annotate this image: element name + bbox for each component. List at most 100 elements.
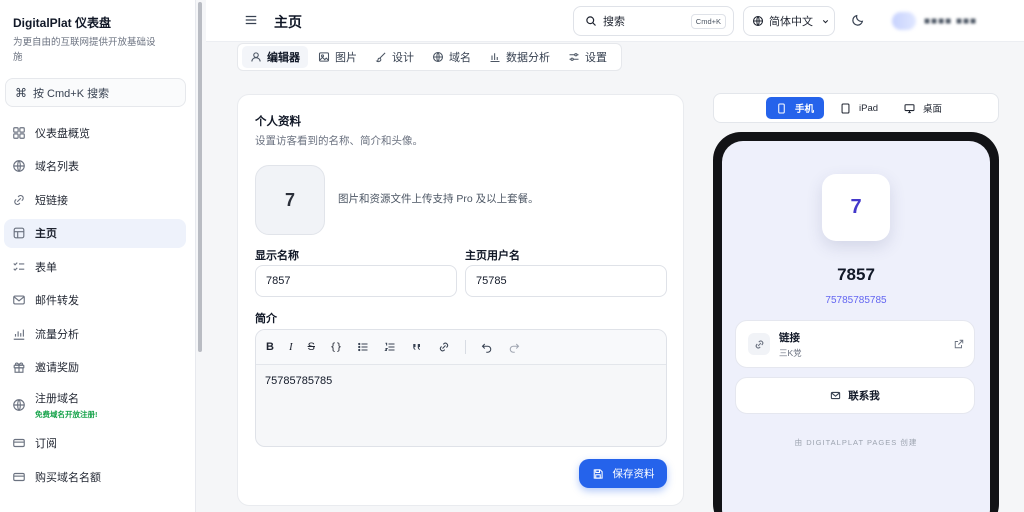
profile-subtitle: 设置访客看到的名称、简介和头像。 bbox=[255, 135, 423, 147]
sidebar-item-email-forwarding[interactable]: 邮件转发 bbox=[4, 286, 186, 315]
sliders-icon bbox=[569, 53, 579, 61]
globe-icon bbox=[752, 15, 764, 27]
mail-icon bbox=[13, 295, 25, 305]
save-profile-button[interactable]: 保存资料 bbox=[579, 459, 667, 488]
sidebar-item-register-domain[interactable]: 注册域名 免费域名开放注册! bbox=[4, 386, 186, 424]
italic-icon[interactable]: I bbox=[289, 341, 293, 353]
sidebar-nav: 仪表盘概览 域名列表 短链接 主页 表单 邮件转发 流量分析 邀请奖励 注册域名… bbox=[4, 118, 186, 496]
code-icon[interactable]: {} bbox=[330, 342, 342, 353]
bio-label: 简介 bbox=[255, 313, 277, 325]
preview-link-icon-box bbox=[748, 333, 770, 355]
sidebar-item-label: 仪表盘概览 bbox=[35, 127, 90, 140]
grid-icon bbox=[13, 126, 25, 139]
sidebar-item-domains[interactable]: 域名列表 bbox=[4, 152, 186, 181]
brand-subtitle: 为更自由的互联网提供开放基础设施 bbox=[13, 37, 156, 63]
bio-editor: B I S {} 75785785785 bbox=[255, 329, 667, 447]
undo-icon[interactable] bbox=[481, 341, 493, 353]
toolbar-divider bbox=[465, 340, 467, 354]
sidebar-item-home[interactable]: 主页 bbox=[4, 218, 186, 248]
sidebar-item-referrals[interactable]: 邀请奖励 bbox=[4, 353, 186, 382]
tab-domains[interactable]: 域名 bbox=[424, 46, 479, 68]
sidebar-item-forms[interactable]: 表单 bbox=[4, 252, 186, 281]
globe-icon bbox=[13, 399, 25, 411]
sidebar: DigitalPlat 仪表盘 为更自由的互联网提供开放基础设施 ⌘ 按 Cmd… bbox=[0, 0, 196, 512]
menu-icon[interactable] bbox=[244, 13, 258, 27]
preview-contact-label: 联系我 bbox=[848, 390, 880, 402]
preview-contact-button[interactable]: 联系我 bbox=[735, 377, 975, 414]
moon-icon[interactable] bbox=[851, 13, 865, 27]
tab-design[interactable]: 设计 bbox=[367, 46, 422, 68]
tab-label: 编辑器 bbox=[267, 52, 300, 64]
sidebar-item-label: 订阅 bbox=[35, 438, 57, 450]
sidebar-item-label: 邮件转发 bbox=[35, 295, 79, 307]
phone-icon bbox=[778, 103, 785, 113]
command-search-button[interactable]: ⌘ 按 Cmd+K 搜索 bbox=[5, 78, 186, 107]
sidebar-item-label: 域名列表 bbox=[35, 161, 79, 173]
display-name-label: 显示名称 bbox=[255, 250, 299, 262]
free-domain-badge: 免费域名开放注册! bbox=[35, 410, 98, 419]
editor-tabs: 编辑器 图片 设计 域名 数据分析 设置 bbox=[237, 43, 622, 71]
sidebar-scrollbar[interactable] bbox=[198, 2, 202, 352]
bold-icon[interactable]: B bbox=[266, 341, 274, 353]
sidebar-item-label: 流量分析 bbox=[35, 328, 79, 341]
bio-text[interactable]: 75785785785 bbox=[256, 365, 666, 397]
tab-settings[interactable]: 设置 bbox=[560, 46, 615, 68]
sidebar-item-dashboard[interactable]: 仪表盘概览 bbox=[4, 118, 186, 147]
profile-title: 个人资料 bbox=[255, 116, 301, 128]
device-label: 桌面 bbox=[923, 104, 943, 115]
bar-chart-icon bbox=[490, 53, 500, 63]
sidebar-item-buy-quota[interactable]: 购买域名名额 bbox=[4, 462, 186, 491]
list-check-icon bbox=[13, 261, 25, 271]
tab-label: 设置 bbox=[585, 52, 607, 64]
tab-analytics[interactable]: 数据分析 bbox=[481, 46, 558, 68]
username-label: 主页用户名 bbox=[465, 250, 520, 262]
top-header: 主页 搜索 Cmd+K 简体中文 ■■■■ ■■■ bbox=[206, 0, 1024, 42]
home-icon bbox=[13, 227, 25, 239]
numbered-list-icon[interactable] bbox=[384, 341, 396, 353]
search-label: 搜索 bbox=[603, 16, 625, 28]
bullet-list-icon[interactable] bbox=[357, 341, 369, 353]
globe-icon bbox=[432, 51, 444, 63]
device-label: iPad bbox=[859, 102, 879, 114]
sidebar-item-shortlinks[interactable]: 短链接 bbox=[4, 185, 186, 214]
tab-editor[interactable]: 编辑器 bbox=[242, 46, 308, 68]
device-desktop[interactable]: 桌面 bbox=[894, 97, 952, 119]
preview-name: 7857 bbox=[837, 265, 875, 284]
preview-link-card[interactable]: 链接 三K党 bbox=[735, 320, 975, 368]
tab-label: 图片 bbox=[335, 52, 357, 64]
user-icon bbox=[251, 52, 261, 62]
card-icon bbox=[13, 438, 25, 448]
sidebar-item-label: 主页 bbox=[35, 228, 57, 240]
device-switcher: 手机 iPad 桌面 bbox=[713, 93, 999, 123]
language-select[interactable]: 简体中文 bbox=[743, 6, 835, 36]
editor-toolbar: B I S {} bbox=[256, 330, 666, 365]
avatar-upload[interactable]: 7 bbox=[255, 165, 325, 235]
username-input[interactable]: 75785 bbox=[465, 265, 667, 297]
tab-images[interactable]: 图片 bbox=[310, 46, 365, 68]
strikethrough-icon[interactable]: S bbox=[308, 341, 315, 353]
command-search-label: 按 Cmd+K 搜索 bbox=[33, 87, 110, 100]
globe-icon bbox=[13, 160, 25, 172]
sidebar-item-label: 注册域名 bbox=[35, 393, 79, 405]
command-icon: ⌘ bbox=[15, 85, 27, 100]
sidebar-item-traffic[interactable]: 流量分析 bbox=[4, 319, 186, 348]
sidebar-item-label: 邀请奖励 bbox=[35, 362, 79, 374]
device-label: 手机 bbox=[795, 104, 815, 115]
search-button[interactable]: 搜索 Cmd+K bbox=[573, 6, 734, 36]
device-phone[interactable]: 手机 bbox=[766, 97, 825, 119]
monitor-icon bbox=[904, 103, 915, 113]
brush-icon bbox=[375, 52, 386, 63]
display-name-input[interactable]: 7857 bbox=[255, 265, 457, 297]
sidebar-item-subscription[interactable]: 订阅 bbox=[4, 429, 186, 458]
link-icon bbox=[14, 194, 24, 205]
quote-icon[interactable] bbox=[411, 341, 423, 353]
link-icon[interactable] bbox=[438, 341, 450, 353]
brand-title: DigitalPlat 仪表盘 bbox=[13, 16, 112, 30]
device-ipad[interactable]: iPad bbox=[830, 97, 888, 119]
image-icon bbox=[318, 52, 330, 62]
preview-screen: 7 7857 75785785785 链接 三K党 联系我 由 DIGITALP… bbox=[722, 141, 990, 512]
redo-icon[interactable] bbox=[508, 341, 520, 353]
user-menu[interactable]: ■■■■ ■■■ bbox=[884, 6, 1018, 36]
mail-icon bbox=[831, 391, 841, 400]
chart-icon bbox=[13, 329, 25, 340]
